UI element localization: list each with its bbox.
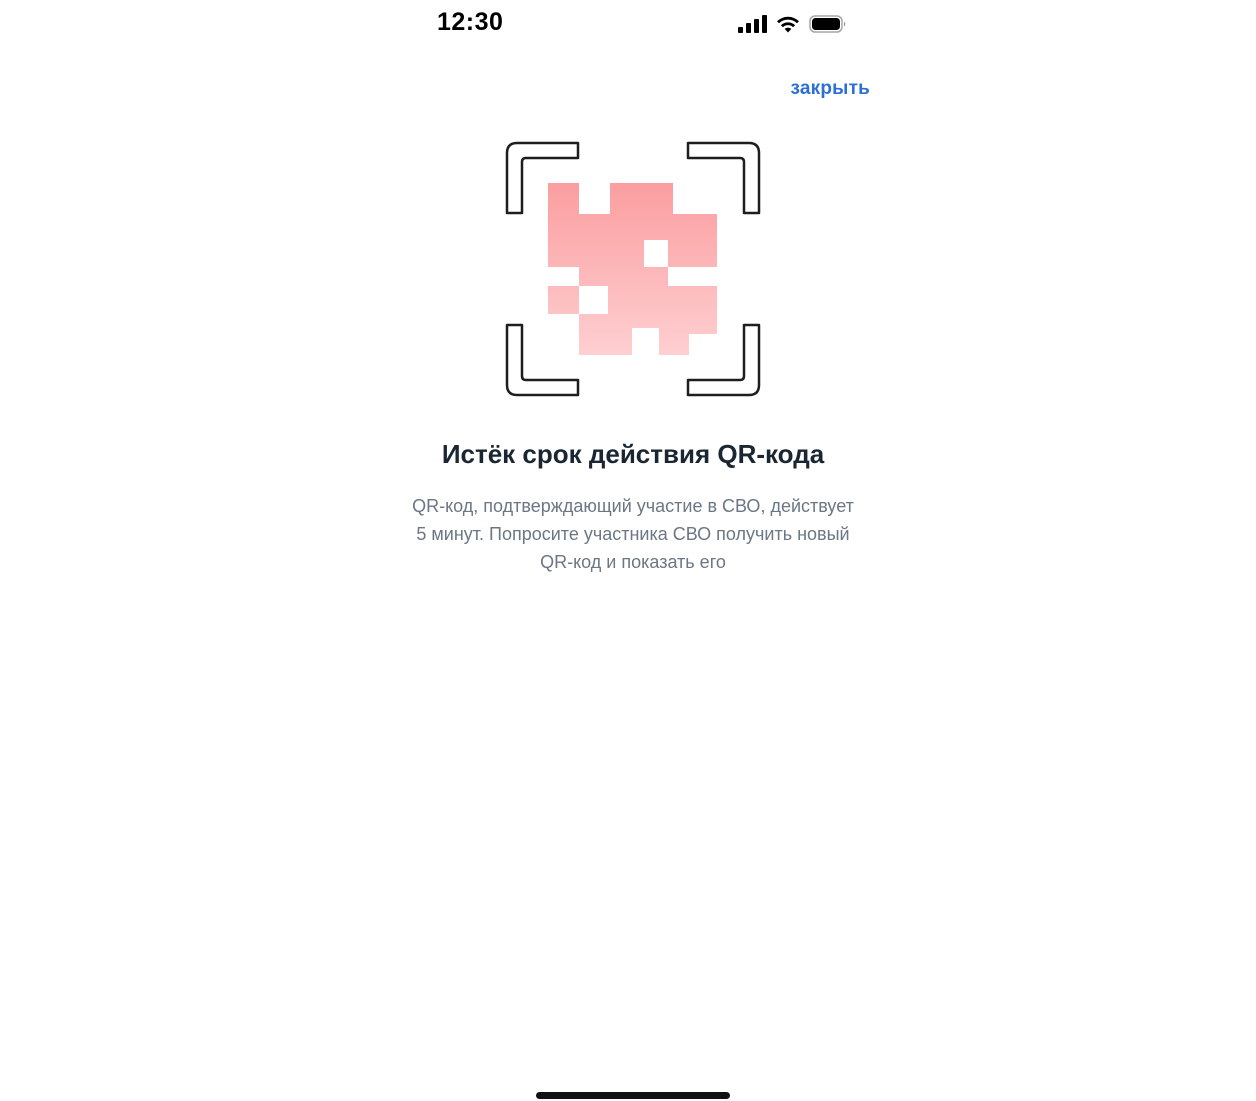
description-text: QR-код, подтверждающий участие в СВО, де… [412, 496, 854, 572]
expired-qr-screen: 12:30 закрыть Истёк срок действия QR-код… [0, 0, 1256, 1101]
close-button[interactable]: закрыть [791, 78, 871, 100]
status-time: 12:30 [437, 8, 504, 36]
status-icons [738, 12, 847, 36]
page-title: Истёк срок действия QR-кода [441, 439, 825, 469]
wifi-icon [776, 15, 800, 33]
home-indicator[interactable] [536, 1092, 730, 1099]
battery-icon [809, 15, 847, 33]
expired-qr-code-icon [500, 138, 766, 400]
cellular-signal-icon [738, 15, 768, 33]
